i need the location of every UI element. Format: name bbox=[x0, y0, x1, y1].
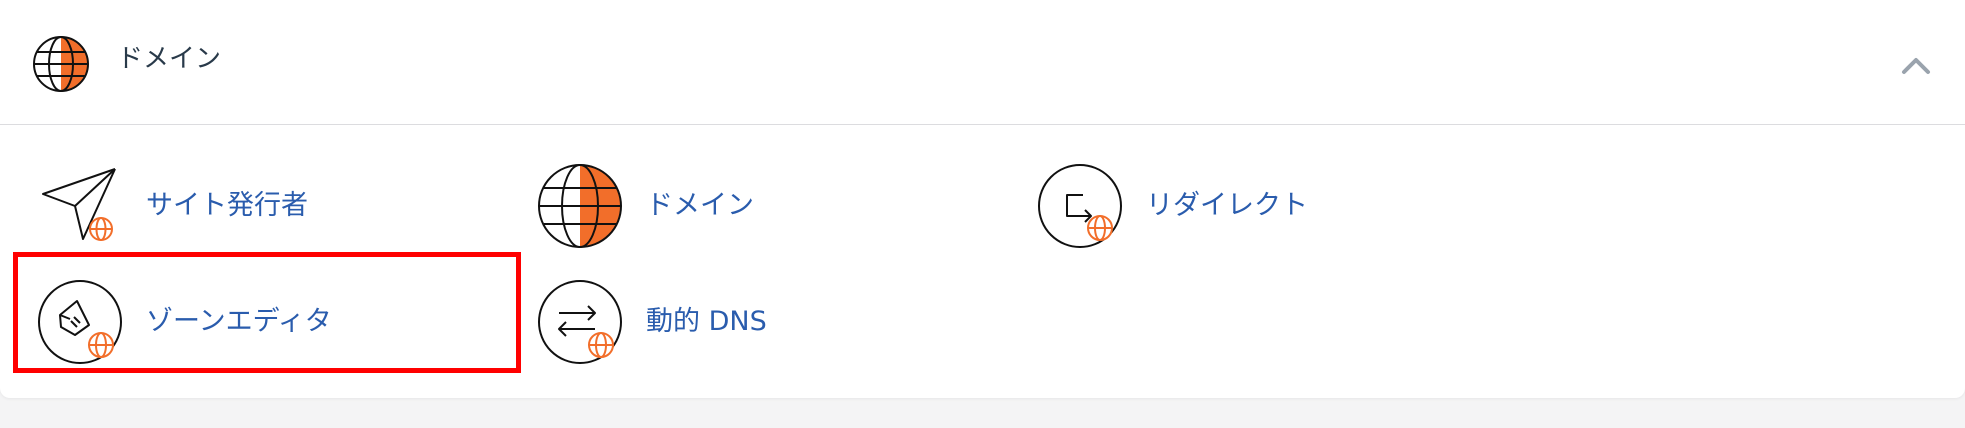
domain-globe-icon bbox=[33, 36, 89, 92]
item-domains[interactable]: ドメイン bbox=[535, 161, 835, 251]
domains-panel: ドメイン サイト発行者 ドメイン リダイレクト ゾーンエディタ 動的 DNS bbox=[0, 0, 1965, 398]
item-label: ドメイン bbox=[646, 190, 754, 221]
item-dynamic-dns[interactable]: 動的 DNS bbox=[535, 277, 835, 367]
redirect-icon bbox=[1038, 164, 1122, 248]
chevron-up-icon[interactable] bbox=[1898, 52, 1934, 78]
item-label: ゾーンエディタ bbox=[146, 306, 332, 337]
section-title: ドメイン bbox=[117, 44, 222, 74]
dynamic-dns-icon bbox=[538, 280, 622, 364]
domains-section-header[interactable]: ドメイン bbox=[0, 0, 1965, 125]
item-redirects[interactable]: リダイレクト bbox=[1035, 161, 1365, 251]
item-site-publisher[interactable]: サイト発行者 bbox=[35, 161, 335, 251]
item-label: 動的 DNS bbox=[646, 306, 767, 337]
item-zone-editor[interactable]: ゾーンエディタ bbox=[35, 277, 365, 367]
item-label: リダイレクト bbox=[1146, 190, 1308, 221]
item-label: サイト発行者 bbox=[146, 190, 308, 221]
site-publisher-icon bbox=[42, 168, 116, 241]
zone-editor-icon bbox=[38, 280, 122, 364]
domain-globe-icon bbox=[538, 164, 622, 248]
